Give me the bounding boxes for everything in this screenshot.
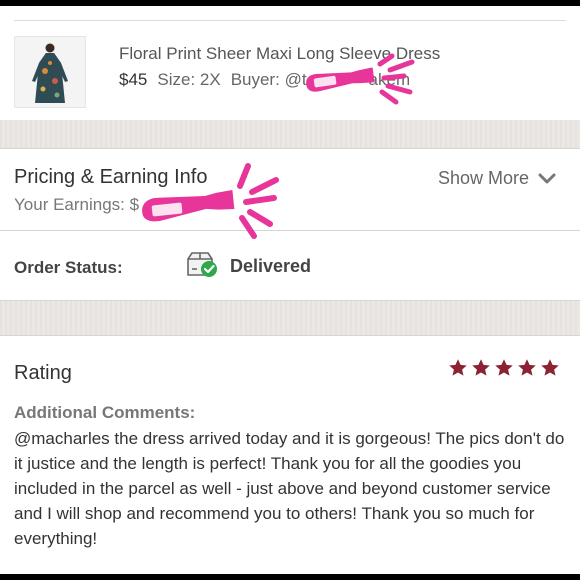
pricing-title: Pricing & Earning Info — [14, 166, 208, 188]
earnings-label: Your Earnings: — [14, 195, 125, 214]
divider — [0, 148, 580, 149]
delivered-box-icon — [187, 252, 217, 277]
product-title[interactable]: Floral Print Sheer Maxi Long Sleeve Dres… — [119, 44, 440, 64]
buyer-label: Buyer: — [230, 70, 280, 89]
order-status-value: Delivered — [230, 256, 312, 276]
star-icon — [495, 359, 513, 376]
product-price: $45 — [119, 70, 148, 89]
order-details-screen: Floral Print Sheer Maxi Long Sleeve Dres… — [0, 6, 580, 574]
dress-photo-icon — [15, 37, 85, 107]
buyer-name[interactable]: @t akem — [285, 70, 411, 89]
star-icon — [472, 359, 490, 376]
divider — [0, 230, 580, 231]
section-spacer — [0, 120, 580, 148]
show-more-label: Show More — [437, 168, 529, 188]
star-icon — [518, 359, 536, 376]
section-spacer — [0, 301, 580, 335]
earnings-row: Your Earnings: $ — [14, 195, 139, 215]
show-more-button[interactable]: Show More — [438, 168, 556, 189]
product-row[interactable]: Floral Print Sheer Maxi Long Sleeve Dres… — [0, 28, 580, 124]
comment-text: @macharles the dress arrived today and i… — [14, 429, 565, 548]
star-icon — [541, 359, 559, 376]
product-size: Size: 2X — [157, 70, 221, 89]
earnings-value: $ — [129, 195, 140, 214]
rating-stars — [448, 358, 560, 378]
star-icon — [449, 359, 467, 376]
order-status-label: Order Status: — [14, 258, 123, 277]
additional-comments-label: Additional Comments: — [14, 403, 196, 422]
rating-title: Rating — [14, 362, 72, 384]
divider — [0, 335, 580, 336]
product-thumbnail[interactable] — [14, 36, 86, 108]
product-meta: $45 Size: 2X Buyer: @t akem — [119, 70, 410, 90]
chevron-down-icon — [538, 173, 556, 184]
top-divider — [14, 20, 566, 21]
